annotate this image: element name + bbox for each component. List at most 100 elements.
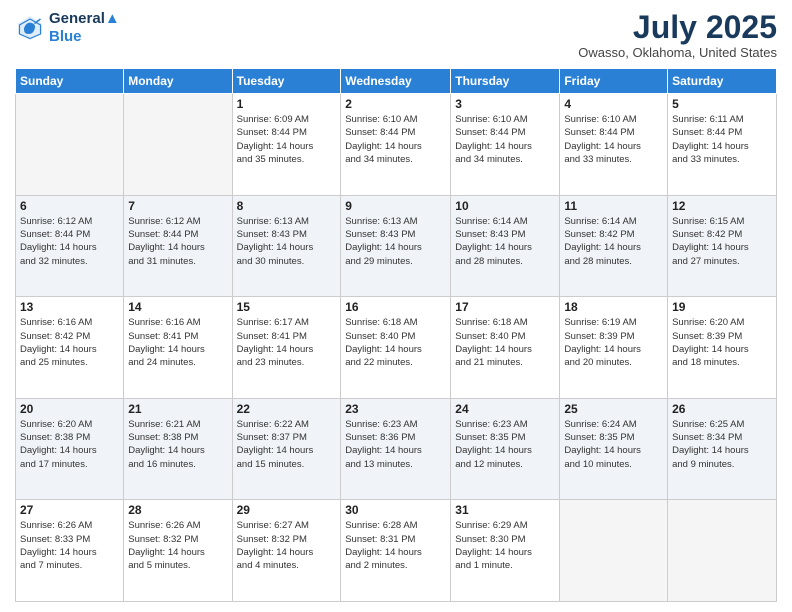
- day-detail: Sunrise: 6:09 AM Sunset: 8:44 PM Dayligh…: [237, 113, 337, 166]
- calendar: SundayMondayTuesdayWednesdayThursdayFrid…: [15, 68, 777, 602]
- title-block: July 2025 Owasso, Oklahoma, United State…: [578, 10, 777, 60]
- day-number: 25: [564, 402, 663, 416]
- day-detail: Sunrise: 6:16 AM Sunset: 8:41 PM Dayligh…: [128, 316, 227, 369]
- day-number: 22: [237, 402, 337, 416]
- page: General▲ Blue July 2025 Owasso, Oklahoma…: [0, 0, 792, 612]
- calendar-cell: 24 Sunrise: 6:23 AM Sunset: 8:35 PM Dayli…: [451, 398, 560, 500]
- calendar-cell: 18 Sunrise: 6:19 AM Sunset: 8:39 PM Dayli…: [560, 297, 668, 399]
- day-detail: Sunrise: 6:20 AM Sunset: 8:39 PM Dayligh…: [672, 316, 772, 369]
- day-detail: Sunrise: 6:22 AM Sunset: 8:37 PM Dayligh…: [237, 418, 337, 471]
- calendar-cell: 5 Sunrise: 6:11 AM Sunset: 8:44 PM Daylig…: [668, 94, 777, 196]
- weekday-header-saturday: Saturday: [668, 69, 777, 94]
- week-row-4: 20Sunrise: 6:20 AM Sunset: 8:38 PM Dayli…: [16, 398, 777, 500]
- week-row-5: 27 Sunrise: 6:26 AM Sunset: 8:33 PM Dayli…: [16, 500, 777, 602]
- day-detail: Sunrise: 6:12 AM Sunset: 8:44 PM Dayligh…: [20, 215, 119, 268]
- day-detail: Sunrise: 6:14 AM Sunset: 8:43 PM Dayligh…: [455, 215, 555, 268]
- day-number: 5: [672, 97, 772, 111]
- day-number: 31: [455, 503, 555, 517]
- day-detail: Sunrise: 6:19 AM Sunset: 8:39 PM Dayligh…: [564, 316, 663, 369]
- day-detail: Sunrise: 6:28 AM Sunset: 8:31 PM Dayligh…: [345, 519, 446, 572]
- calendar-cell: [16, 94, 124, 196]
- day-detail: Sunrise: 6:11 AM Sunset: 8:44 PM Dayligh…: [672, 113, 772, 166]
- calendar-cell: 23 Sunrise: 6:23 AM Sunset: 8:36 PM Dayli…: [341, 398, 451, 500]
- weekday-header-sunday: Sunday: [16, 69, 124, 94]
- day-detail: Sunrise: 6:23 AM Sunset: 8:35 PM Dayligh…: [455, 418, 555, 471]
- weekday-header-thursday: Thursday: [451, 69, 560, 94]
- day-detail: Sunrise: 6:18 AM Sunset: 8:40 PM Dayligh…: [345, 316, 446, 369]
- calendar-cell: 3Sunrise: 6:10 AM Sunset: 8:44 PM Daylig…: [451, 94, 560, 196]
- day-number: 13: [20, 300, 119, 314]
- weekday-header-wednesday: Wednesday: [341, 69, 451, 94]
- logo-text: General▲ Blue: [49, 10, 120, 46]
- calendar-cell: 26 Sunrise: 6:25 AM Sunset: 8:34 PM Dayli…: [668, 398, 777, 500]
- day-detail: Sunrise: 6:25 AM Sunset: 8:34 PM Dayligh…: [672, 418, 772, 471]
- calendar-cell: [560, 500, 668, 602]
- day-number: 6: [20, 199, 119, 213]
- calendar-cell: 22 Sunrise: 6:22 AM Sunset: 8:37 PM Dayli…: [232, 398, 341, 500]
- calendar-cell: 11 Sunrise: 6:14 AM Sunset: 8:42 PM Dayli…: [560, 195, 668, 297]
- calendar-cell: 7Sunrise: 6:12 AM Sunset: 8:44 PM Daylig…: [124, 195, 232, 297]
- day-number: 11: [564, 199, 663, 213]
- day-number: 15: [237, 300, 337, 314]
- day-detail: Sunrise: 6:26 AM Sunset: 8:32 PM Dayligh…: [128, 519, 227, 572]
- day-number: 16: [345, 300, 446, 314]
- day-detail: Sunrise: 6:13 AM Sunset: 8:43 PM Dayligh…: [237, 215, 337, 268]
- calendar-cell: 1 Sunrise: 6:09 AM Sunset: 8:44 PM Daylig…: [232, 94, 341, 196]
- month-title: July 2025: [578, 10, 777, 45]
- day-detail: Sunrise: 6:24 AM Sunset: 8:35 PM Dayligh…: [564, 418, 663, 471]
- day-detail: Sunrise: 6:10 AM Sunset: 8:44 PM Dayligh…: [345, 113, 446, 166]
- day-number: 27: [20, 503, 119, 517]
- calendar-cell: 29Sunrise: 6:27 AM Sunset: 8:32 PM Dayli…: [232, 500, 341, 602]
- calendar-cell: 25 Sunrise: 6:24 AM Sunset: 8:35 PM Dayli…: [560, 398, 668, 500]
- day-number: 10: [455, 199, 555, 213]
- calendar-cell: 8 Sunrise: 6:13 AM Sunset: 8:43 PM Daylig…: [232, 195, 341, 297]
- day-number: 18: [564, 300, 663, 314]
- day-detail: Sunrise: 6:13 AM Sunset: 8:43 PM Dayligh…: [345, 215, 446, 268]
- calendar-cell: 17Sunrise: 6:18 AM Sunset: 8:40 PM Dayli…: [451, 297, 560, 399]
- day-number: 29: [237, 503, 337, 517]
- day-number: 7: [128, 199, 227, 213]
- week-row-1: 1 Sunrise: 6:09 AM Sunset: 8:44 PM Daylig…: [16, 94, 777, 196]
- day-detail: Sunrise: 6:15 AM Sunset: 8:42 PM Dayligh…: [672, 215, 772, 268]
- day-number: 9: [345, 199, 446, 213]
- day-detail: Sunrise: 6:17 AM Sunset: 8:41 PM Dayligh…: [237, 316, 337, 369]
- calendar-cell: [668, 500, 777, 602]
- calendar-cell: 4 Sunrise: 6:10 AM Sunset: 8:44 PM Daylig…: [560, 94, 668, 196]
- header: General▲ Blue July 2025 Owasso, Oklahoma…: [15, 10, 777, 60]
- calendar-cell: 21Sunrise: 6:21 AM Sunset: 8:38 PM Dayli…: [124, 398, 232, 500]
- day-number: 19: [672, 300, 772, 314]
- day-detail: Sunrise: 6:23 AM Sunset: 8:36 PM Dayligh…: [345, 418, 446, 471]
- day-number: 4: [564, 97, 663, 111]
- calendar-cell: 27 Sunrise: 6:26 AM Sunset: 8:33 PM Dayli…: [16, 500, 124, 602]
- day-detail: Sunrise: 6:16 AM Sunset: 8:42 PM Dayligh…: [20, 316, 119, 369]
- day-detail: Sunrise: 6:26 AM Sunset: 8:33 PM Dayligh…: [20, 519, 119, 572]
- day-number: 21: [128, 402, 227, 416]
- calendar-cell: [124, 94, 232, 196]
- day-number: 26: [672, 402, 772, 416]
- day-number: 8: [237, 199, 337, 213]
- week-row-3: 13 Sunrise: 6:16 AM Sunset: 8:42 PM Dayli…: [16, 297, 777, 399]
- calendar-cell: 28 Sunrise: 6:26 AM Sunset: 8:32 PM Dayli…: [124, 500, 232, 602]
- day-detail: Sunrise: 6:14 AM Sunset: 8:42 PM Dayligh…: [564, 215, 663, 268]
- day-number: 24: [455, 402, 555, 416]
- calendar-cell: 6 Sunrise: 6:12 AM Sunset: 8:44 PM Daylig…: [16, 195, 124, 297]
- calendar-cell: 14Sunrise: 6:16 AM Sunset: 8:41 PM Dayli…: [124, 297, 232, 399]
- day-detail: Sunrise: 6:29 AM Sunset: 8:30 PM Dayligh…: [455, 519, 555, 572]
- day-detail: Sunrise: 6:10 AM Sunset: 8:44 PM Dayligh…: [455, 113, 555, 166]
- day-detail: Sunrise: 6:18 AM Sunset: 8:40 PM Dayligh…: [455, 316, 555, 369]
- calendar-cell: 16 Sunrise: 6:18 AM Sunset: 8:40 PM Dayli…: [341, 297, 451, 399]
- day-detail: Sunrise: 6:10 AM Sunset: 8:44 PM Dayligh…: [564, 113, 663, 166]
- day-number: 28: [128, 503, 227, 517]
- calendar-cell: 2Sunrise: 6:10 AM Sunset: 8:44 PM Daylig…: [341, 94, 451, 196]
- calendar-cell: 19 Sunrise: 6:20 AM Sunset: 8:39 PM Dayli…: [668, 297, 777, 399]
- day-number: 1: [237, 97, 337, 111]
- logo: General▲ Blue: [15, 10, 120, 46]
- calendar-cell: 9 Sunrise: 6:13 AM Sunset: 8:43 PM Daylig…: [341, 195, 451, 297]
- day-number: 23: [345, 402, 446, 416]
- day-detail: Sunrise: 6:20 AM Sunset: 8:38 PM Dayligh…: [20, 418, 119, 471]
- calendar-cell: 13 Sunrise: 6:16 AM Sunset: 8:42 PM Dayli…: [16, 297, 124, 399]
- calendar-cell: 20Sunrise: 6:20 AM Sunset: 8:38 PM Dayli…: [16, 398, 124, 500]
- day-number: 12: [672, 199, 772, 213]
- weekday-header-friday: Friday: [560, 69, 668, 94]
- calendar-cell: 31 Sunrise: 6:29 AM Sunset: 8:30 PM Dayli…: [451, 500, 560, 602]
